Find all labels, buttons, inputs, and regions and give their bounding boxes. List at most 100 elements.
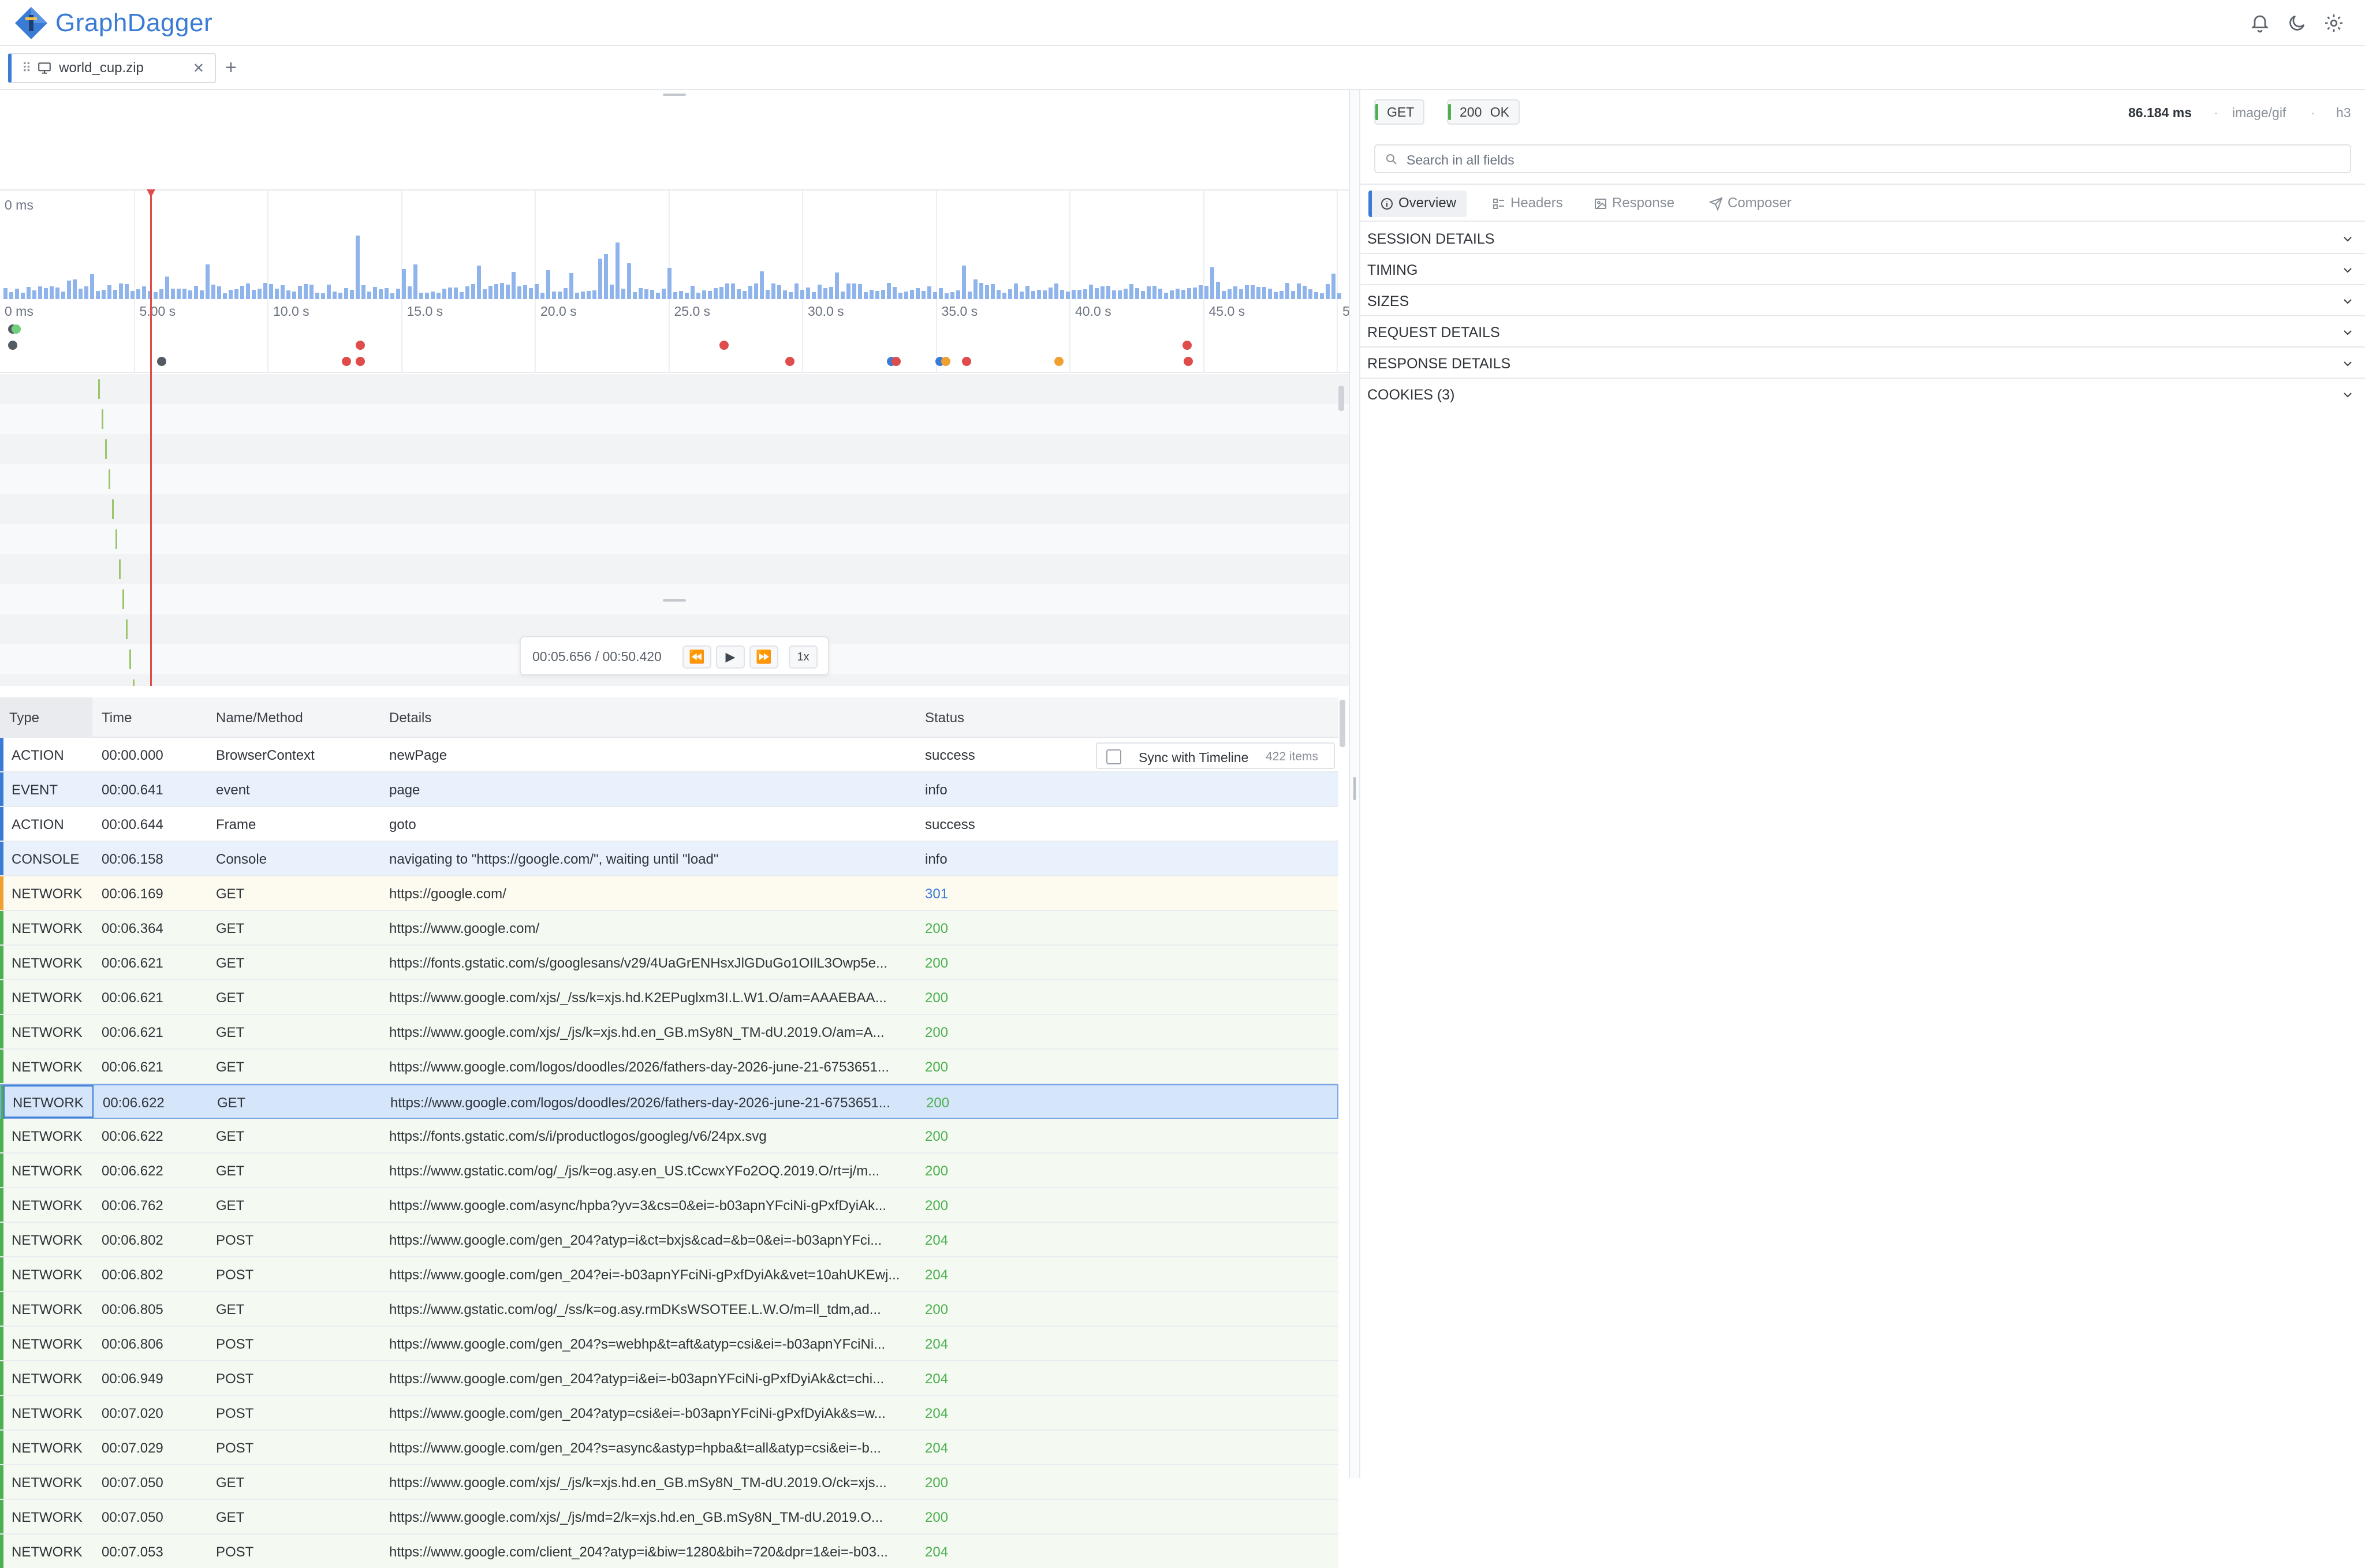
table-row[interactable]: NETWORK 00:07.050 GET https://www.google.co… — [0, 1465, 1338, 1500]
table-row[interactable]: NETWORK 00:06.622 GET https://www.google.co… — [0, 1084, 1338, 1119]
panel-splitter[interactable] — [1349, 90, 1360, 1478]
search-input[interactable]: Search in all fields — [1374, 144, 2351, 173]
event-marker[interactable] — [719, 341, 729, 350]
sync-checkbox[interactable] — [1106, 749, 1121, 764]
tab-headers[interactable]: Headers — [1484, 191, 1573, 217]
section-sizes[interactable]: SIZES — [1360, 285, 2365, 316]
event-marker[interactable] — [891, 357, 901, 366]
cell-status: 200 — [925, 1475, 949, 1491]
playback-speed-button[interactable]: 1x — [789, 645, 818, 669]
waterfall-row[interactable] — [0, 434, 1349, 464]
event-marker[interactable] — [12, 324, 21, 334]
table-row[interactable]: NETWORK 00:07.020 POST https://www.google.c… — [0, 1396, 1338, 1431]
table-row[interactable]: NETWORK 00:06.802 POST https://www.google.c… — [0, 1223, 1338, 1257]
tab-composer[interactable]: Composer — [1701, 191, 1802, 217]
event-marker[interactable] — [356, 357, 365, 366]
waterfall-scrollbar[interactable] — [1338, 386, 1344, 411]
timeline-gridline — [1203, 191, 1204, 373]
waterfall-row[interactable] — [0, 464, 1349, 494]
activity-bar — [130, 291, 135, 299]
resize-handle-top[interactable] — [663, 94, 686, 96]
table-row[interactable]: CONSOLE 00:06.158 Console navigating to "ht… — [0, 842, 1338, 876]
section-timing[interactable]: TIMING — [1360, 254, 2365, 285]
event-marker[interactable] — [1182, 341, 1192, 350]
activity-bar — [956, 290, 960, 299]
timeline-overview[interactable]: 0 ms 0 ms 5.00 s 10.0 s 15.0 s 20.0 s 25.0 s 3… — [0, 189, 1350, 373]
table-row[interactable]: NETWORK 00:06.762 GET https://www.google.co… — [0, 1188, 1338, 1223]
table-row[interactable]: NETWORK 00:07.029 POST https://www.google.c… — [0, 1431, 1338, 1465]
play-button[interactable]: ▶ — [716, 645, 745, 669]
waterfall-row[interactable] — [0, 524, 1349, 554]
event-marker[interactable] — [8, 341, 17, 350]
cell-details: https://www.google.com/gen_204?s=webhp&t… — [389, 1336, 886, 1352]
gear-icon[interactable] — [2323, 13, 2344, 33]
table-row[interactable]: NETWORK 00:06.622 GET https://www.gstatic.c… — [0, 1153, 1338, 1188]
tab-response[interactable]: Response — [1586, 191, 1685, 217]
splitter-grip[interactable] — [1353, 777, 1356, 800]
table-row[interactable]: NETWORK 00:06.621 GET https://www.google.co… — [0, 1050, 1338, 1084]
table-row[interactable]: NETWORK 00:06.621 GET https://www.google.co… — [0, 1015, 1338, 1050]
app-logo[interactable]: GraphDagger — [14, 6, 212, 40]
activity-bar — [315, 293, 319, 299]
event-marker[interactable] — [356, 341, 365, 350]
rewind-button[interactable]: ⏪ — [682, 645, 711, 669]
table-row[interactable]: NETWORK 00:06.622 GET https://fonts.gstatic… — [0, 1119, 1338, 1153]
add-tab-button[interactable]: + — [225, 57, 237, 79]
section-session-details[interactable]: SESSION DETAILS — [1360, 223, 2365, 254]
resize-handle-middle[interactable] — [663, 599, 686, 602]
bell-icon[interactable] — [2250, 13, 2270, 33]
event-marker[interactable] — [962, 357, 971, 366]
column-header-status[interactable]: Status — [925, 710, 964, 726]
table-row[interactable]: NETWORK 00:07.053 POST https://www.google.c… — [0, 1535, 1338, 1568]
column-header-details[interactable]: Details — [389, 710, 431, 726]
activity-bar — [390, 293, 394, 299]
row-accent — [0, 1431, 3, 1464]
table-row[interactable]: NETWORK 00:06.621 GET https://www.google.co… — [0, 980, 1338, 1015]
column-header-time[interactable]: Time — [102, 710, 132, 726]
activity-bar — [21, 293, 25, 299]
table-row[interactable]: NETWORK 00:06.802 POST https://www.google.c… — [0, 1257, 1338, 1292]
waterfall-row[interactable] — [0, 404, 1349, 434]
table-row[interactable]: NETWORK 00:07.050 GET https://www.google.co… — [0, 1500, 1338, 1535]
table-row[interactable]: NETWORK 00:06.364 GET https://www.google.co… — [0, 911, 1338, 946]
activity-bar — [893, 287, 897, 299]
playhead-line[interactable] — [150, 189, 152, 686]
file-tab[interactable]: ⠿ world_cup.zip ✕ — [8, 53, 216, 83]
table-row[interactable]: NETWORK 00:06.621 GET https://fonts.gstatic… — [0, 946, 1338, 980]
event-marker[interactable] — [941, 357, 950, 366]
cell-status: 204 — [925, 1440, 949, 1456]
event-marker[interactable] — [342, 357, 351, 366]
drag-handle-icon[interactable]: ⠿ — [22, 61, 31, 76]
activity-bar — [1083, 289, 1087, 299]
sync-with-timeline-toggle[interactable]: Sync with Timeline 422 items — [1096, 742, 1335, 769]
table-row[interactable]: NETWORK 00:06.949 POST https://www.google.c… — [0, 1361, 1338, 1396]
close-icon[interactable]: ✕ — [193, 60, 204, 77]
section-label: COOKIES (3) — [1367, 387, 1455, 403]
tab-overview[interactable]: Overview — [1368, 191, 1467, 217]
table-row[interactable]: NETWORK 00:06.806 POST https://www.google.c… — [0, 1327, 1338, 1361]
section-request-details[interactable]: REQUEST DETAILS — [1360, 316, 2365, 348]
waterfall-row[interactable] — [0, 374, 1349, 404]
table-scrollbar[interactable] — [1340, 700, 1345, 747]
table-row[interactable]: EVENT 00:00.641 event page info — [0, 772, 1338, 807]
cell-details: navigating to "https://google.com/", wai… — [389, 852, 719, 867]
request-detail-panel: GET 200 OK 86.184 ms · image/gif · h3 Se… — [1360, 90, 2365, 1478]
section-cookies[interactable]: COOKIES (3) — [1360, 379, 2365, 410]
moon-icon[interactable] — [2286, 13, 2307, 33]
waterfall-row[interactable] — [0, 494, 1349, 524]
waterfall-row[interactable] — [0, 554, 1349, 584]
cell-status: 200 — [925, 1025, 949, 1040]
activity-bar — [1170, 290, 1174, 299]
table-row[interactable]: NETWORK 00:06.805 GET https://www.gstatic.c… — [0, 1292, 1338, 1327]
event-marker[interactable] — [1184, 357, 1193, 366]
section-response-details[interactable]: RESPONSE DETAILS — [1360, 348, 2365, 379]
table-row[interactable]: ACTION 00:00.644 Frame goto success — [0, 807, 1338, 842]
table-row[interactable]: NETWORK 00:06.169 GET https://google.com/30… — [0, 876, 1338, 911]
column-header-type[interactable]: Type — [9, 710, 39, 726]
waterfall-row[interactable] — [0, 674, 1349, 686]
event-marker[interactable] — [157, 357, 166, 366]
fast-forward-button[interactable]: ⏩ — [749, 645, 778, 669]
column-header-name[interactable]: Name/Method — [216, 710, 303, 726]
event-marker[interactable] — [785, 357, 794, 366]
event-marker[interactable] — [1054, 357, 1064, 366]
